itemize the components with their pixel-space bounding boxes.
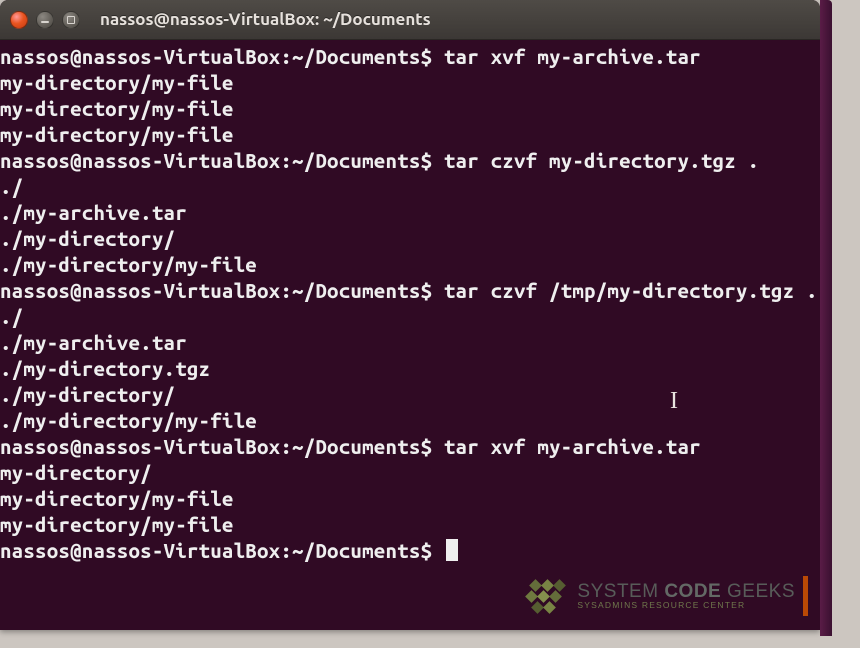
prompt-path: ~/Documents — [292, 539, 420, 562]
terminal-output-line: ./my-archive.tar — [0, 331, 187, 354]
window-title: nassos@nassos-VirtualBox: ~/Documents — [100, 10, 431, 29]
watermark-brand-a: SYSTEM — [577, 581, 658, 602]
prompt-user-host: nassos@nassos-VirtualBox — [0, 539, 280, 562]
close-icon[interactable] — [10, 11, 28, 29]
prompt-sigil: $ — [421, 45, 433, 68]
maximize-icon[interactable] — [62, 11, 80, 29]
terminal-command: tar xvf my-archive.tar — [444, 45, 701, 68]
watermark-logo-icon — [527, 579, 569, 613]
terminal-output-line: my-directory/my-file — [0, 513, 234, 536]
terminal-output-line: ./my-directory/ — [0, 383, 175, 406]
prompt-user-host: nassos@nassos-VirtualBox — [0, 149, 280, 172]
terminal-command: tar xvf my-archive.tar — [444, 435, 701, 458]
terminal-output-line: my-directory/ — [0, 461, 152, 484]
terminal-output-line: my-directory/my-file — [0, 71, 234, 94]
prompt-sigil: $ — [421, 279, 433, 302]
watermark-tagline: SYSADMINS RESOURCE CENTER — [577, 601, 795, 610]
window-titlebar[interactable]: nassos@nassos-VirtualBox: ~/Documents — [0, 0, 820, 40]
terminal-output-line: ./my-directory/my-file — [0, 409, 257, 432]
terminal-output-line: ./my-directory/my-file — [0, 253, 257, 276]
watermark-brand-b: CODE — [664, 581, 721, 602]
prompt-user-host: nassos@nassos-VirtualBox — [0, 45, 280, 68]
window-shadow — [820, 0, 832, 636]
block-cursor — [446, 539, 458, 561]
terminal-output-line: ./my-directory/ — [0, 227, 175, 250]
prompt-sigil: $ — [421, 539, 433, 562]
prompt-path: ~/Documents — [292, 45, 420, 68]
terminal-command: tar czvf /tmp/my-directory.tgz . — [444, 279, 818, 302]
prompt-user-host: nassos@nassos-VirtualBox — [0, 435, 280, 458]
prompt-path: ~/Documents — [292, 149, 420, 172]
watermark-text: SYSTEM CODE GEEKS SYSADMINS RESOURCE CEN… — [577, 582, 795, 610]
prompt-sep: : — [280, 539, 292, 562]
terminal-output-line: my-directory/my-file — [0, 97, 234, 120]
prompt-sigil: $ — [421, 435, 433, 458]
watermark: SYSTEM CODE GEEKS SYSADMINS RESOURCE CEN… — [527, 576, 808, 616]
prompt-path: ~/Documents — [292, 279, 420, 302]
terminal-command: tar czvf my-directory.tgz . — [444, 149, 759, 172]
terminal-output-line: ./ — [0, 305, 23, 328]
terminal-output-line: my-directory/my-file — [0, 123, 234, 146]
terminal-window: nassos@nassos-VirtualBox: ~/Documents na… — [0, 0, 820, 630]
terminal-output-line: ./my-directory.tgz — [0, 357, 210, 380]
prompt-sep: : — [280, 149, 292, 172]
prompt-path: ~/Documents — [292, 435, 420, 458]
minimize-icon[interactable] — [36, 11, 54, 29]
watermark-accent-bar — [803, 576, 808, 616]
terminal-output-line: ./ — [0, 175, 23, 198]
terminal-output-line: ./my-archive.tar — [0, 201, 187, 224]
prompt-sep: : — [280, 435, 292, 458]
prompt-sigil: $ — [421, 149, 433, 172]
terminal-viewport[interactable]: nassos@nassos-VirtualBox:~/Documents$ ta… — [0, 40, 820, 564]
watermark-brand-c: GEEKS — [727, 581, 795, 602]
terminal-output-line: my-directory/my-file — [0, 487, 234, 510]
prompt-sep: : — [280, 279, 292, 302]
prompt-sep: : — [280, 45, 292, 68]
prompt-user-host: nassos@nassos-VirtualBox — [0, 279, 280, 302]
